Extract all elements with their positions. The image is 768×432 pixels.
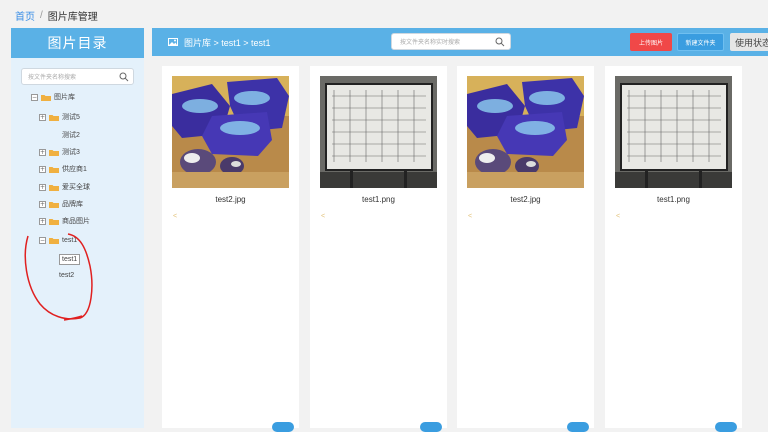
image-thumbnail[interactable] bbox=[467, 76, 584, 188]
image-card[interactable]: test2.jpg < bbox=[162, 66, 299, 432]
folder-icon bbox=[49, 114, 59, 121]
tree-node-label: 供应商1 bbox=[62, 166, 87, 173]
image-filename: test2.jpg bbox=[215, 195, 246, 204]
realtime-search-placeholder: 按文件夹名称实时搜索 bbox=[400, 40, 461, 46]
expand-icon[interactable]: + bbox=[39, 200, 46, 208]
current-path-text: 图片库 > test1 > test1 bbox=[184, 38, 271, 48]
folder-icon bbox=[41, 94, 51, 101]
sidebar-title: 图片目录 bbox=[11, 28, 144, 58]
tree-node-label: 品牌库 bbox=[62, 201, 83, 208]
breadcrumb: 首页 / 图片库管理 bbox=[15, 8, 98, 23]
expand-icon[interactable]: + bbox=[39, 148, 46, 156]
card-marker: < bbox=[616, 213, 621, 220]
status-toggle[interactable] bbox=[272, 422, 294, 432]
tree-node[interactable]: 测试2 bbox=[39, 128, 80, 142]
image-card[interactable]: test1.png < bbox=[310, 66, 447, 432]
tree-node[interactable]: + 供应商1 bbox=[39, 162, 87, 176]
image-card[interactable]: test1.png < bbox=[605, 66, 742, 432]
folder-icon bbox=[49, 166, 59, 173]
folder-search-placeholder: 按文件夹名称搜索 bbox=[28, 75, 77, 81]
card-marker: < bbox=[468, 213, 473, 220]
tree-node-label: 测试2 bbox=[62, 132, 80, 139]
upload-image-button[interactable]: 上传图片 bbox=[630, 33, 672, 51]
tree-node-label: 爱买全球 bbox=[62, 184, 90, 191]
folder-icon bbox=[49, 218, 59, 225]
image-icon bbox=[168, 37, 178, 48]
folder-search-input[interactable]: 按文件夹名称搜索 bbox=[21, 68, 134, 85]
expand-icon[interactable]: + bbox=[39, 165, 46, 173]
folder-icon bbox=[49, 149, 59, 156]
current-path: 图片库 > test1 > test1 bbox=[168, 36, 271, 49]
content-header: 图片库 > test1 > test1 按文件夹名称实时搜索 上传图片 新建文件… bbox=[152, 28, 768, 56]
expand-icon[interactable]: + bbox=[39, 113, 46, 121]
search-icon[interactable] bbox=[493, 35, 507, 49]
image-thumbnail[interactable] bbox=[172, 76, 289, 188]
usage-status-button[interactable]: 使用状态 bbox=[730, 33, 768, 51]
breadcrumb-home-link[interactable]: 首页 bbox=[15, 8, 35, 23]
tree-node[interactable]: + 测试5 bbox=[39, 110, 80, 124]
tree-node[interactable]: − 图片库 bbox=[31, 90, 75, 104]
new-folder-button[interactable]: 新建文件夹 bbox=[677, 33, 724, 51]
status-toggle[interactable] bbox=[715, 422, 737, 432]
card-marker: < bbox=[173, 213, 178, 220]
breadcrumb-separator: / bbox=[40, 10, 43, 21]
breadcrumb-current: 图片库管理 bbox=[47, 12, 98, 23]
tree-node-label: 测试5 bbox=[62, 114, 80, 121]
expand-icon[interactable]: + bbox=[39, 217, 46, 225]
folder-icon bbox=[49, 201, 59, 208]
search-icon[interactable] bbox=[117, 70, 131, 84]
tree-node[interactable]: + 测试3 bbox=[39, 145, 80, 159]
red-annotation-circle bbox=[24, 233, 93, 321]
folder-icon bbox=[49, 184, 59, 191]
tree-node-label: 商品图片 bbox=[62, 218, 90, 225]
collapse-icon[interactable]: − bbox=[31, 93, 38, 101]
image-filename: test2.jpg bbox=[510, 195, 541, 204]
expand-icon[interactable]: + bbox=[39, 183, 46, 191]
image-card[interactable]: test2.jpg < bbox=[457, 66, 594, 432]
image-thumbnail[interactable] bbox=[320, 76, 437, 188]
status-toggle[interactable] bbox=[420, 422, 442, 432]
tree-node-label: 图片库 bbox=[54, 94, 75, 101]
image-filename: test1.png bbox=[657, 195, 690, 204]
image-filename: test1.png bbox=[362, 195, 395, 204]
tree-node[interactable]: + 品牌库 bbox=[39, 197, 83, 211]
card-marker: < bbox=[321, 213, 326, 220]
status-toggle[interactable] bbox=[567, 422, 589, 432]
tree-node[interactable]: + 爱买全球 bbox=[39, 180, 90, 194]
image-thumbnail[interactable] bbox=[615, 76, 732, 188]
realtime-search-input[interactable]: 按文件夹名称实时搜索 bbox=[391, 33, 511, 50]
tree-node-label: 测试3 bbox=[62, 149, 80, 156]
